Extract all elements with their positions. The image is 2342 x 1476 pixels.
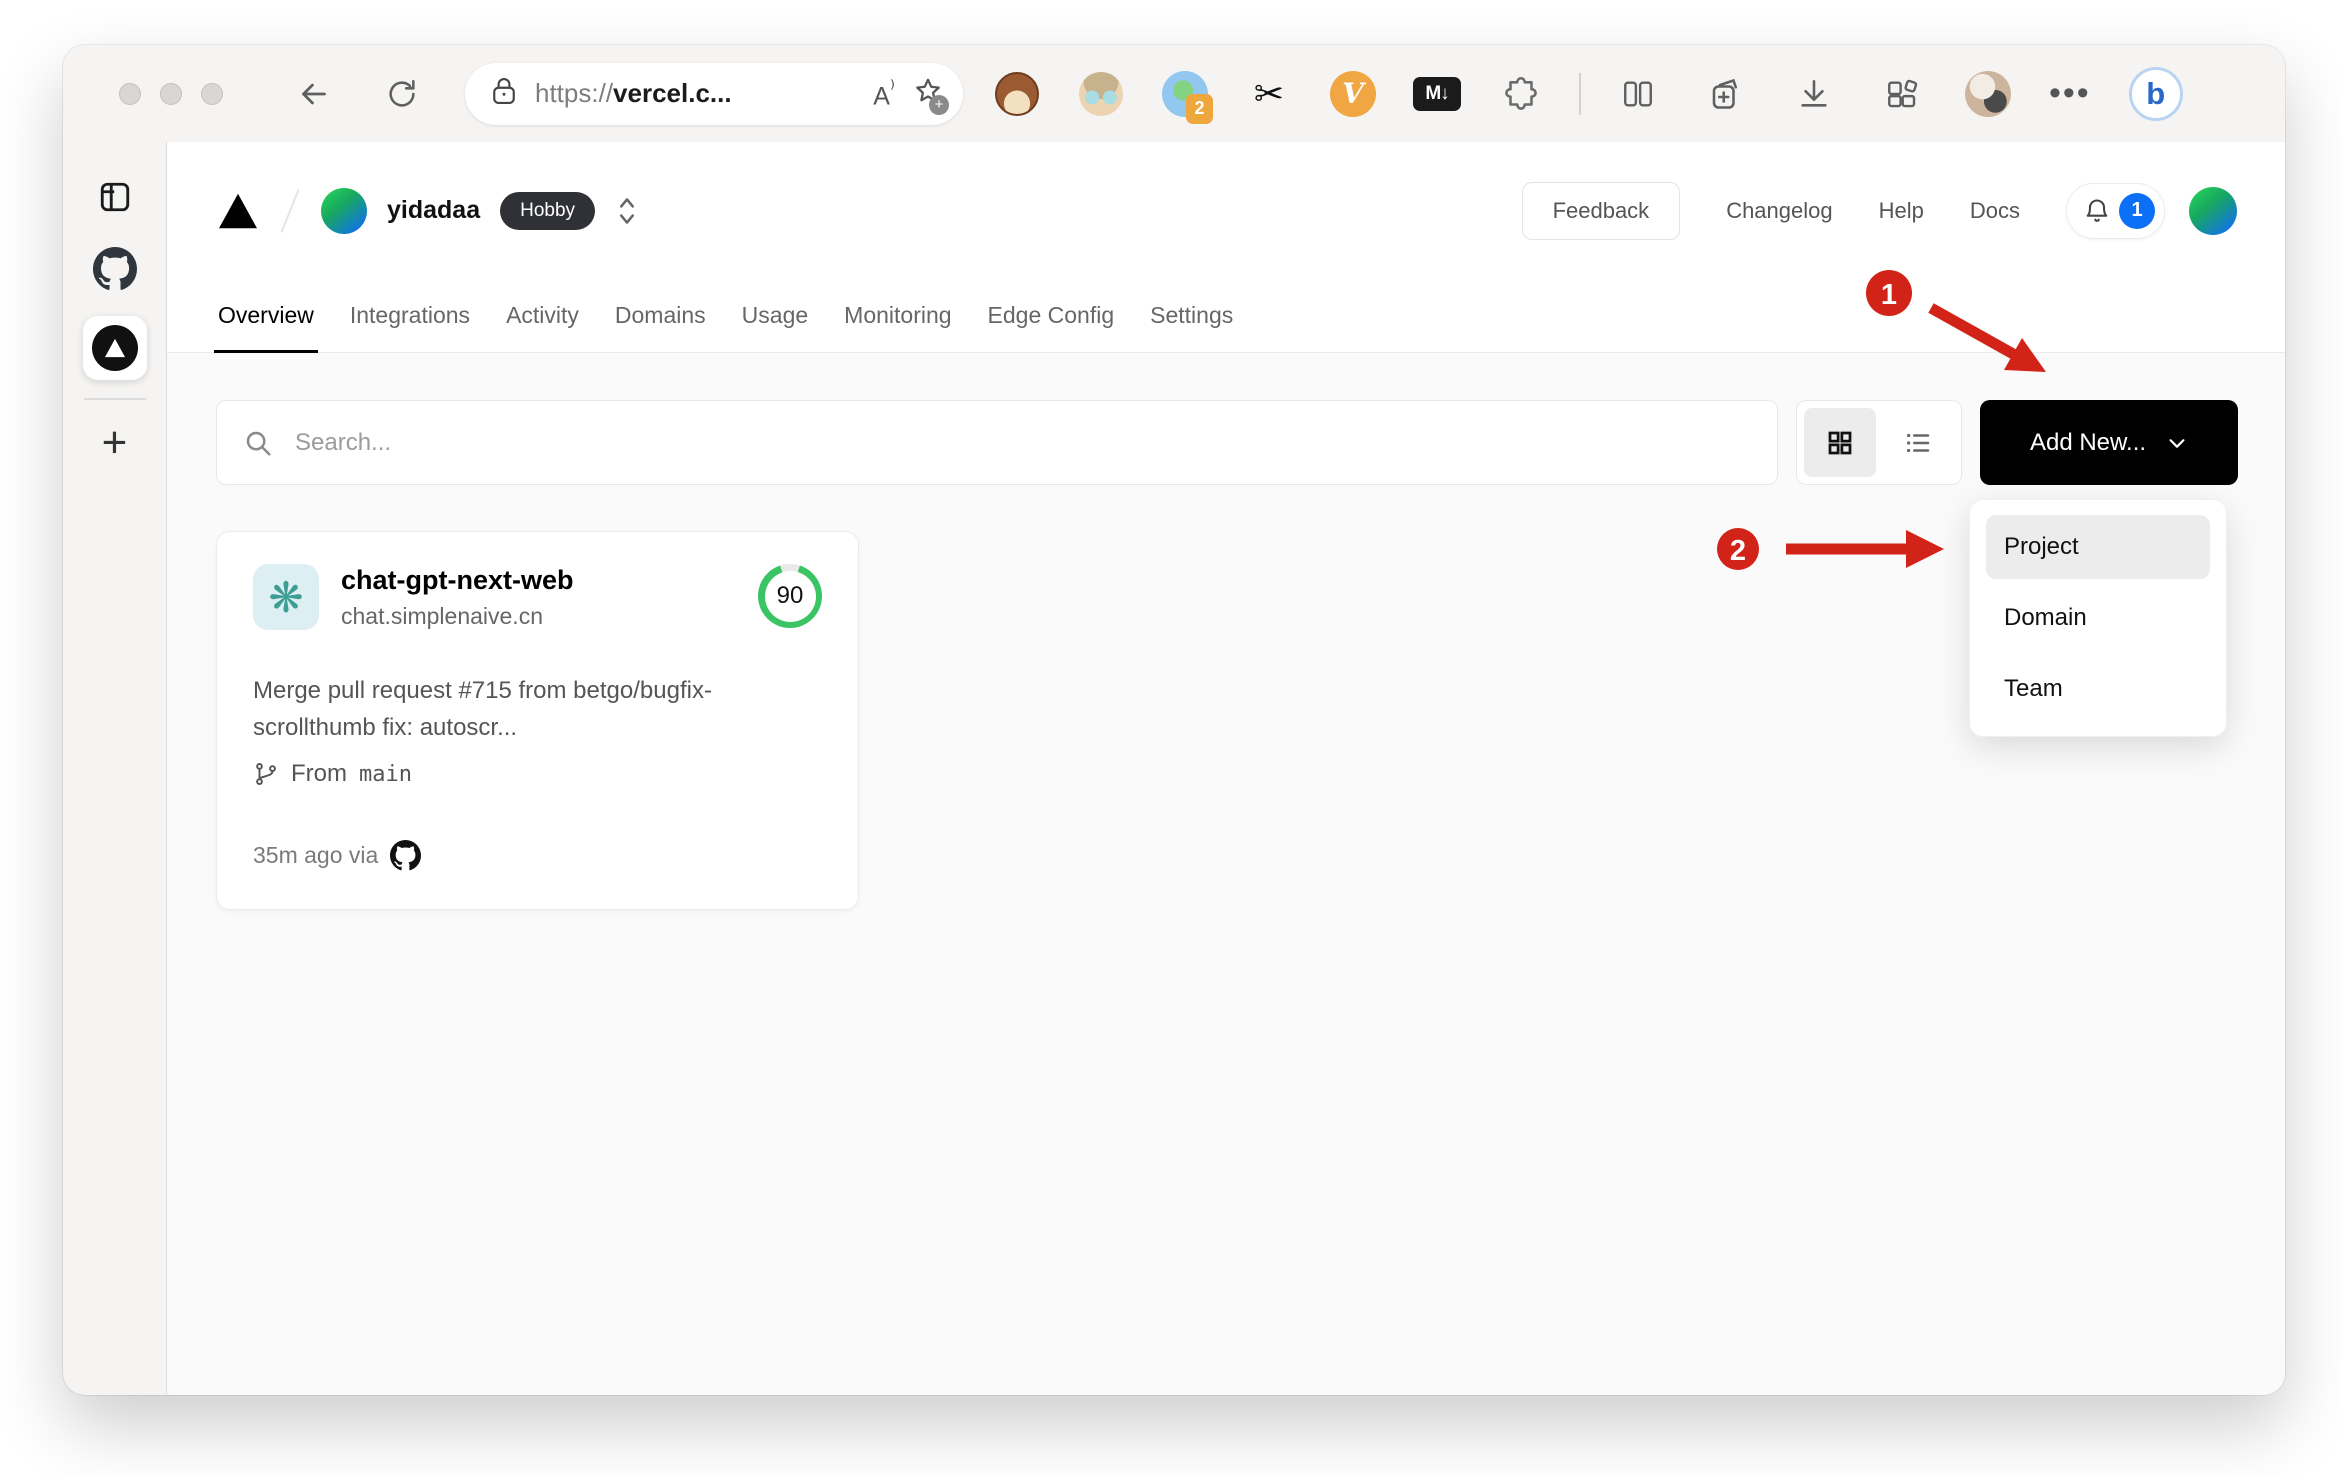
commit-message[interactable]: Merge pull request #715 from betgo/bugfi… [253, 672, 793, 746]
team-switcher-icon[interactable] [617, 196, 637, 226]
vercel-content: Add New... ❋ chat-gpt-next-web chat.simp… [167, 353, 2285, 1395]
dropdown-item-domain[interactable]: Domain [1986, 586, 2210, 650]
favorite-icon[interactable]: + [913, 76, 949, 115]
toolbar-right-icons: ••• b [1613, 66, 2183, 121]
tab-monitoring[interactable]: Monitoring [826, 279, 969, 352]
browser-profile-avatar[interactable] [1965, 70, 2011, 117]
project-card[interactable]: ❋ chat-gpt-next-web chat.simplenaive.cn … [216, 531, 859, 911]
dropdown-item-project[interactable]: Project [1986, 515, 2210, 579]
new-tab-button[interactable]: + [84, 418, 146, 468]
scissors-extension-icon[interactable]: ✂ [1245, 70, 1293, 118]
docs-link[interactable]: Docs [1970, 198, 2020, 224]
list-view-button[interactable] [1882, 408, 1954, 477]
add-new-dropdown: Project Domain Team [1969, 499, 2227, 737]
extensions-row: 2 ✂ V M↓ [993, 70, 1545, 124]
score-ring[interactable]: 90 [758, 564, 822, 628]
tab-overview[interactable]: Overview [200, 279, 332, 353]
tab-settings[interactable]: Settings [1132, 279, 1251, 352]
notifications-button[interactable]: 1 [2066, 182, 2165, 239]
minimize-window-button[interactable] [160, 82, 182, 105]
add-new-label: Add New... [2029, 428, 2147, 456]
project-name[interactable]: chat-gpt-next-web [341, 565, 574, 596]
browser-toolbar: https://vercel.c... A⁾ + 2 ✂ V M↓ ••• b [63, 45, 2285, 142]
team-avatar[interactable] [321, 187, 367, 234]
add-favorite-plus-icon: + [929, 95, 949, 115]
project-domain[interactable]: chat.simplenaive.cn [341, 603, 574, 630]
search-box [216, 400, 1778, 485]
git-branch-icon [256, 763, 276, 786]
chevron-down-icon [2169, 438, 2185, 448]
vercel-page: yidadaa Hobby Feedback Changelog Help Do… [166, 142, 2285, 1395]
branch-prefix: From [291, 760, 347, 788]
help-link[interactable]: Help [1879, 198, 1924, 224]
refresh-icon[interactable] [377, 69, 427, 119]
url-text: https://vercel.c... [535, 78, 732, 108]
back-icon[interactable] [289, 69, 339, 119]
collections-icon[interactable] [1701, 69, 1751, 119]
close-window-button[interactable] [119, 82, 141, 105]
notification-count-badge: 1 [2119, 192, 2155, 229]
sidebar-divider [83, 398, 146, 400]
lock-icon [491, 76, 517, 111]
maximize-window-button[interactable] [201, 82, 223, 105]
vercel-logo-icon[interactable] [217, 192, 259, 230]
grid-view-icon [1828, 431, 1852, 454]
edge-sidebar: + [63, 142, 166, 1395]
download-icon[interactable] [1789, 69, 1839, 119]
split-screen-icon[interactable] [1613, 69, 1663, 119]
translate-badge: 2 [1186, 93, 1213, 124]
openai-logo-icon: ❋ [253, 564, 319, 630]
translate-extension-icon[interactable]: 2 [1161, 70, 1213, 124]
browser-window: https://vercel.c... A⁾ + 2 ✂ V M↓ ••• b … [63, 45, 2285, 1395]
read-aloud-icon[interactable]: A⁾ [873, 76, 895, 111]
extensions-puzzle-icon[interactable] [1497, 70, 1545, 118]
breadcrumb-slash [280, 188, 300, 233]
tab-edge-config[interactable]: Edge Config [970, 279, 1133, 352]
vimium-extension-icon[interactable]: V [1329, 70, 1377, 118]
tab-usage[interactable]: Usage [724, 279, 826, 352]
plan-badge: Hobby [500, 191, 596, 230]
address-bar[interactable]: https://vercel.c... A⁾ + [465, 62, 963, 125]
vercel-tab-bar: Overview Integrations Activity Domains U… [167, 279, 2285, 353]
add-new-button[interactable]: Add New... [1980, 400, 2238, 485]
team-name[interactable]: yidadaa [387, 196, 480, 225]
markdown-extension-icon[interactable]: M↓ [1413, 70, 1461, 118]
tab-favicon-github[interactable] [84, 244, 146, 294]
tampermonkey-extension-icon[interactable] [993, 70, 1041, 118]
deploy-meta: 35m ago via [253, 842, 379, 869]
score-value: 90 [764, 570, 816, 622]
window-controls [119, 82, 223, 105]
vertical-tabs-icon[interactable] [84, 172, 146, 222]
view-toggle [1796, 400, 1962, 485]
search-icon [246, 431, 271, 455]
dropdown-item-team[interactable]: Team [1986, 657, 2210, 721]
bell-icon [2086, 198, 2108, 222]
changelog-link[interactable]: Changelog [1726, 198, 1832, 224]
toolbar-divider [1579, 72, 1581, 115]
apps-launcher-icon[interactable] [1877, 69, 1927, 119]
github-icon [390, 840, 422, 871]
branch-name[interactable]: main [359, 762, 412, 787]
feedback-button[interactable]: Feedback [1521, 181, 1681, 240]
grid-view-button[interactable] [1804, 408, 1876, 477]
userscript-avatar-extension-icon[interactable] [1077, 70, 1125, 118]
tab-integrations[interactable]: Integrations [332, 279, 488, 352]
more-menu-icon[interactable]: ••• [2049, 74, 2091, 113]
tab-domains[interactable]: Domains [597, 279, 724, 352]
search-input[interactable] [295, 428, 1751, 457]
list-view-icon [1907, 433, 1930, 452]
tab-activity[interactable]: Activity [488, 279, 597, 352]
user-avatar[interactable] [2189, 186, 2237, 235]
vercel-header: yidadaa Hobby Feedback Changelog Help Do… [167, 142, 2285, 279]
tab-favicon-vercel-active[interactable] [82, 316, 147, 380]
bing-chat-icon[interactable]: b [2128, 66, 2183, 121]
